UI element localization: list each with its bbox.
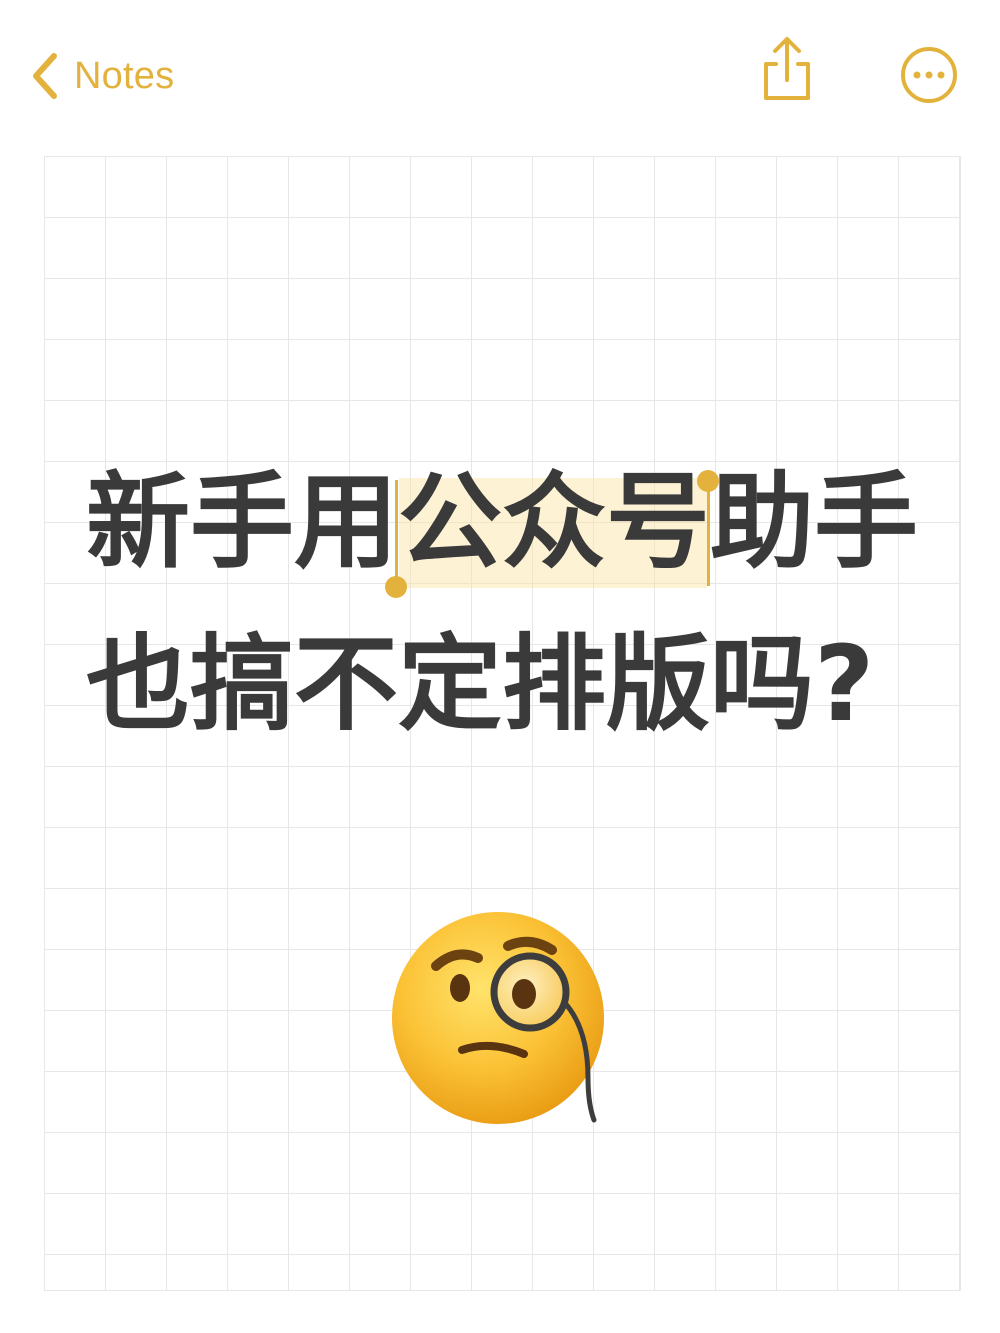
chevron-left-icon	[30, 52, 60, 100]
face-with-monocle-icon	[390, 908, 612, 1130]
back-to-notes-button[interactable]: Notes	[30, 44, 174, 108]
navigation-bar: Notes	[0, 0, 1000, 150]
headline-text-before: 新手用	[86, 461, 399, 583]
headline-text-after: 助手	[710, 461, 919, 583]
note-headline-line-2[interactable]: 也搞不定排版吗?	[86, 624, 874, 744]
note-headline-line-1[interactable]: 新手用公众号助手	[86, 462, 918, 582]
notes-screen: Notes 新手用公众号助手 也搞不定排版吗?	[0, 0, 1000, 1333]
share-button[interactable]	[756, 34, 818, 104]
back-label: Notes	[74, 54, 175, 97]
more-options-button[interactable]	[898, 44, 960, 106]
headline-selected-text: 公众号	[398, 461, 711, 583]
share-icon	[756, 37, 818, 108]
ellipsis-circle-icon	[898, 47, 960, 110]
